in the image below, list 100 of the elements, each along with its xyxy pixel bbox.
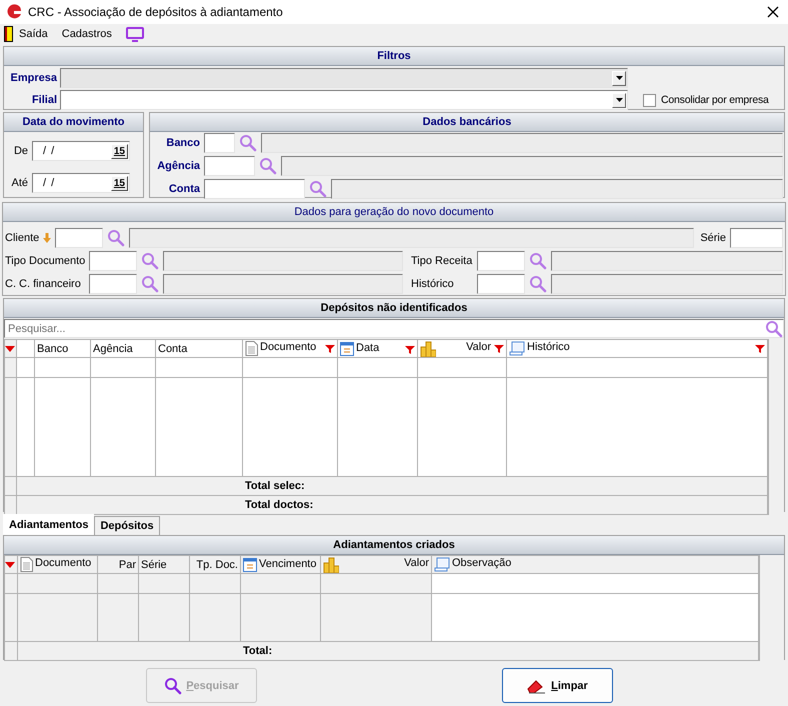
app-logo-icon (6, 4, 22, 20)
input-field[interactable] (89, 274, 137, 294)
eraser-icon (527, 678, 548, 694)
input-field[interactable] (477, 251, 525, 271)
column-header[interactable]: Agência (90, 340, 156, 358)
checkbox-label: Consolidar por empresa (661, 94, 769, 106)
date-field[interactable]: / / 15 (32, 173, 130, 193)
calendar-icon (243, 558, 257, 572)
column-header[interactable]: Par (98, 556, 138, 574)
scroll-icon (434, 557, 450, 572)
search-icon[interactable] (529, 275, 547, 293)
table-cell (98, 574, 138, 594)
scrollbar-track[interactable] (768, 339, 784, 515)
search-icon[interactable] (259, 157, 277, 175)
column-header[interactable]: Documento (242, 340, 338, 358)
column-header[interactable]: Vencimento (240, 556, 320, 574)
column-header[interactable]: Série (138, 556, 190, 574)
close-icon[interactable] (767, 6, 779, 18)
field-label: Histórico (411, 278, 455, 290)
search-icon[interactable] (309, 180, 327, 198)
column-header[interactable] (16, 340, 34, 358)
table-cell (98, 594, 138, 642)
input-field[interactable] (55, 228, 104, 248)
search-icon[interactable] (529, 252, 547, 270)
date-field[interactable]: / / 15 (32, 141, 130, 161)
sort-down-icon[interactable] (6, 562, 15, 568)
field-label: Cliente (5, 232, 40, 244)
caret-icon (616, 76, 622, 80)
panel-header: Dados bancários (150, 113, 784, 132)
field-label: Banco (165, 137, 200, 149)
panel-header: Depósitos não identificados (4, 299, 784, 318)
filter-icon[interactable] (494, 344, 504, 354)
table-cell (190, 574, 240, 594)
table-cell (190, 594, 240, 642)
table-cell (90, 358, 156, 378)
search-icon[interactable] (765, 320, 783, 338)
coins-icon (323, 556, 339, 572)
panel-header: Dados para geração do novo documento (3, 203, 785, 222)
menu-item[interactable]: Saída (4, 26, 48, 42)
field-label: Empresa (10, 71, 57, 86)
input-field[interactable] (204, 156, 255, 176)
panel-header: Adiantamentos criados (4, 536, 784, 555)
search-field[interactable]: Pesquisar... (4, 319, 784, 338)
clear-button[interactable]: Limpar (502, 668, 613, 703)
tab[interactable]: Adiantamentos (3, 514, 94, 535)
calendar-button[interactable]: 15 (110, 176, 128, 190)
table-cell (16, 358, 34, 378)
column-header[interactable] (4, 556, 18, 574)
field-label: Conta (168, 183, 200, 195)
column-header[interactable]: Valor (418, 340, 506, 358)
exit-door-icon (4, 26, 13, 42)
input-field[interactable] (204, 179, 305, 199)
menu-item[interactable]: Cadastros (62, 28, 112, 40)
field-label: De (12, 145, 29, 157)
input-field[interactable] (204, 133, 235, 153)
field-label: Até (10, 177, 29, 189)
search-icon[interactable] (141, 252, 159, 270)
calendar-button[interactable]: 15 (110, 144, 128, 158)
column-header[interactable]: Banco (34, 340, 90, 358)
filter-icon[interactable] (325, 344, 335, 354)
field-label: Agência (156, 160, 200, 172)
field-label: Filial (30, 93, 57, 108)
input-field[interactable] (477, 274, 525, 294)
field-label: C. C. financeiro (5, 278, 82, 290)
column-header[interactable]: Tp. Doc. (190, 556, 240, 574)
panel-header: Data do movimento (4, 113, 143, 132)
column-header[interactable]: Observação (432, 556, 758, 574)
table-cell (34, 358, 90, 378)
input-field[interactable] (89, 251, 137, 271)
column-header[interactable]: Documento (18, 556, 98, 574)
total-cell: Total doctos: (16, 496, 768, 514)
filter-icon[interactable] (755, 344, 765, 354)
monitor-icon[interactable] (126, 26, 144, 42)
scroll-icon (509, 341, 525, 356)
search-icon[interactable] (239, 134, 257, 152)
column-header[interactable]: Data (338, 340, 418, 358)
window-title: CRC - Associação de depósitos à adiantamento (28, 5, 284, 19)
filter-icon[interactable] (405, 344, 415, 354)
table-cell (138, 594, 190, 642)
total-cell: Total: (18, 642, 758, 660)
coins-icon (420, 340, 436, 356)
total-cell: Total selec: (16, 476, 768, 496)
search-icon[interactable] (141, 275, 159, 293)
column-header[interactable]: Histórico (506, 340, 768, 358)
column-header[interactable]: Valor (320, 556, 432, 574)
tab[interactable]: Depósitos (94, 516, 160, 535)
scrollbar-track[interactable] (759, 555, 784, 661)
arrow-down-icon (43, 233, 52, 243)
document-icon (20, 557, 33, 572)
column-header[interactable]: Conta (156, 340, 242, 358)
search-icon[interactable] (107, 229, 126, 247)
dropdown-field[interactable] (60, 90, 628, 110)
table-cell (138, 574, 190, 594)
field-label: Tipo Receita (411, 255, 473, 267)
checkbox[interactable] (643, 94, 656, 106)
column-header[interactable] (4, 340, 16, 358)
sort-down-icon[interactable] (6, 346, 15, 352)
input-field[interactable] (730, 228, 783, 248)
dropdown-button[interactable] (612, 92, 626, 108)
calendar-icon (340, 342, 354, 356)
